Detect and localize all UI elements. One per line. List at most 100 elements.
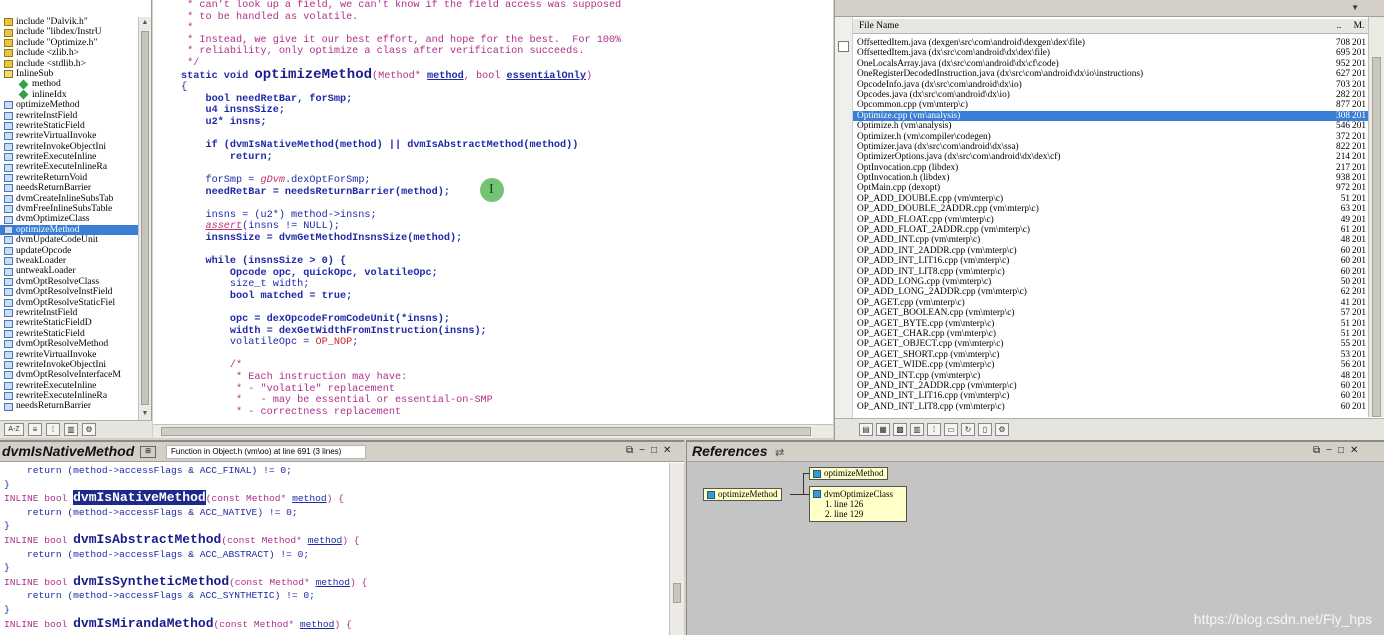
scroll-thumb[interactable]	[1372, 57, 1381, 417]
scroll-thumb[interactable]	[141, 31, 149, 405]
symbol-list-item[interactable]: include <stdlib.h>	[0, 59, 138, 69]
folder-open-icon[interactable]: ▭	[944, 423, 958, 436]
file-row[interactable]: OpcodeInfo.java (dx\src\com\android\dx\i…	[853, 80, 1368, 90]
file-row[interactable]: OP_AND_INT_LIT8.cpp (vm\mterp\c) 60 201	[853, 402, 1368, 412]
symbol-list-item[interactable]: include "Dalvik.h"	[0, 17, 138, 27]
symbol-list-item[interactable]: dvmFreeInlineSubsTable	[0, 204, 138, 214]
symbol-list-item[interactable]: rewriteStaticField	[0, 121, 138, 131]
file-row[interactable]: OP_ADD_LONG.cpp (vm\mterp\c) 50 201	[853, 277, 1368, 287]
file-row[interactable]: Optimizer.java (dx\src\com\android\dx\ss…	[853, 142, 1368, 152]
symbol-list-item[interactable]: rewriteStaticFieldD	[0, 318, 138, 328]
file-row[interactable]: OP_ADD_INT_LIT16.cpp (vm\mterp\c) 60 201	[853, 256, 1368, 266]
file-row[interactable]: OP_ADD_INT.cpp (vm\mterp\c) 48 201	[853, 235, 1368, 245]
file-row[interactable]: OneLocalsArray.java (dx\src\com\android\…	[853, 59, 1368, 69]
settings-icon[interactable]: ⚙	[995, 423, 1009, 436]
settings-icon[interactable]: ⚙	[82, 423, 96, 436]
sort-az-button[interactable]: A-Z	[4, 423, 24, 436]
scroll-thumb[interactable]	[673, 583, 681, 603]
file-row[interactable]: Opcommon.cpp (vm\mterp\c) 877 201	[853, 100, 1368, 110]
symbol-list-item[interactable]: include "libdex/InstrU	[0, 27, 138, 37]
symbol-list-item[interactable]: rewriteExecuteInlineRa	[0, 391, 138, 401]
file-row[interactable]: OptMain.cpp (dexopt) 972 201	[853, 183, 1368, 193]
symbol-list-item[interactable]: method	[0, 79, 138, 90]
maximize-icon[interactable]: □	[1338, 445, 1344, 456]
symbol-list-item[interactable]: rewriteInstField	[0, 111, 138, 121]
list-view-icon[interactable]: ≡	[28, 423, 42, 436]
file-rows[interactable]: OffsettedItem.java (dexgen\src\com\andro…	[853, 38, 1368, 412]
file-row[interactable]: OP_ADD_LONG_2ADDR.cpp (vm\mterp\c) 62 201	[853, 287, 1368, 297]
call-graph-icon[interactable]: ⇄	[775, 446, 784, 459]
symbol-list-item[interactable]: tweakLoader	[0, 256, 138, 266]
file-list-scrollbar[interactable]	[1368, 17, 1384, 417]
reference-caller-node[interactable]: dvmOptimizeClass 1. line 126 2. line 129	[809, 486, 907, 522]
file-list-icon[interactable]: ▤	[859, 423, 873, 436]
symbol-list-item[interactable]: include "Optimize.h"	[0, 38, 138, 48]
file-row[interactable]: OP_AGET_SHORT.cpp (vm\mterp\c) 53 201	[853, 350, 1368, 360]
minimize-icon[interactable]: −	[1326, 445, 1332, 456]
refresh-icon[interactable]: ↻	[961, 423, 975, 436]
file-row[interactable]: OP_AND_INT_2ADDR.cpp (vm\mterp\c) 60 201	[853, 381, 1368, 391]
symbol-list-item[interactable]: dvmOptimizeClass	[0, 214, 138, 224]
highlighted-function[interactable]: dvmIsNativeMethod	[73, 490, 206, 506]
reference-line-item[interactable]: 1. line 126	[813, 499, 903, 509]
scroll-down-arrow-icon[interactable]: ▼	[139, 408, 151, 420]
param-method[interactable]: method	[427, 71, 464, 82]
column-header-file-name[interactable]: File Name	[853, 21, 1328, 31]
symbol-list-item[interactable]: needsReturnBarrier	[0, 183, 138, 193]
checkbox[interactable]	[838, 41, 849, 52]
column-header-size[interactable]: ..	[1328, 21, 1350, 31]
file-row[interactable]: OffsettedItem.java (dexgen\src\com\andro…	[853, 38, 1368, 48]
symbol-list-item[interactable]: rewriteVirtualInvoke	[0, 350, 138, 360]
symbol-list-item[interactable]: rewriteStaticField	[0, 329, 138, 339]
file-row[interactable]: OP_ADD_DOUBLE_2ADDR.cpp (vm\mterp\c) 63 20…	[853, 204, 1368, 214]
symbol-list-item[interactable]: rewriteInvokeObjectIni	[0, 360, 138, 370]
file-row[interactable]: Optimize.h (vm\analysis) 546 201	[853, 121, 1368, 131]
param-essential[interactable]: essentialOnly	[507, 71, 586, 82]
scroll-thumb[interactable]	[161, 427, 811, 436]
file-row[interactable]: OffsettedItem.java (dx\src\com\android\d…	[853, 48, 1368, 58]
symbol-list-item[interactable]: needsReturnBarrier	[0, 401, 138, 411]
file-row[interactable]: OptInvocation.h (libdex) 938 201	[853, 173, 1368, 183]
symbol-type-icon[interactable]: ⊞	[140, 446, 156, 458]
maximize-icon[interactable]: □	[651, 445, 657, 456]
symbol-list-item[interactable]: optimizeMethod	[0, 100, 138, 110]
function-name[interactable]: optimizeMethod	[254, 67, 372, 83]
symbol-list-item[interactable]: rewriteInvokeObjectIni	[0, 142, 138, 152]
book-icon[interactable]: ▥	[910, 423, 924, 436]
symbol-list-item[interactable]: dvmOptResolveMethod	[0, 339, 138, 349]
details-icon[interactable]: ▦	[876, 423, 890, 436]
file-row[interactable]: OP_AGET_OBJECT.cpp (vm\mterp\c) 55 201	[853, 339, 1368, 349]
symbol-list-item[interactable]: untweakLoader	[0, 266, 138, 276]
file-row[interactable]: OneRegisterDecodedInstruction.java (dx\s…	[853, 69, 1368, 79]
file-row[interactable]: OP_ADD_INT_LIT8.cpp (vm\mterp\c) 60 201	[853, 267, 1368, 277]
file-row[interactable]: OP_AND_INT.cpp (vm\mterp\c) 48 201	[853, 371, 1368, 381]
file-row[interactable]: OP_ADD_DOUBLE.cpp (vm\mterp\c) 51 201	[853, 194, 1368, 204]
file-row[interactable]: OP_AGET.cpp (vm\mterp\c) 41 201	[853, 298, 1368, 308]
symbol-list-item[interactable]: updateOpcode	[0, 246, 138, 256]
file-row[interactable]: OptimizerOptions.java (dx\src\com\androi…	[853, 152, 1368, 162]
file-row[interactable]: Optimizer.h (vm\compiler\codegen) 372 201	[853, 132, 1368, 142]
file-row[interactable]: OP_AGET_BOOLEAN.cpp (vm\mterp\c) 57 201	[853, 308, 1368, 318]
file-row[interactable]: Opcodes.java (dx\src\com\android\dx\io) 2…	[853, 90, 1368, 100]
symbol-list-item[interactable]: include <zlib.h>	[0, 48, 138, 58]
pin-icon[interactable]: ⧉	[626, 445, 633, 456]
grid-icon[interactable]: ▩	[893, 423, 907, 436]
reference-root-node[interactable]: optimizeMethod	[703, 488, 782, 501]
file-row[interactable]: OP_AND_INT_LIT16.cpp (vm\mterp\c) 60 201	[853, 391, 1368, 401]
file-row[interactable]: OptInvocation.cpp (libdex) 217 201	[853, 163, 1368, 173]
editor-horizontal-scrollbar[interactable]	[153, 424, 833, 438]
minimize-icon[interactable]: −	[639, 445, 645, 456]
symbol-list-item[interactable]: rewriteReturnVoid	[0, 173, 138, 183]
context-code[interactable]: return (method->accessFlags & ACC_FINAL)…	[4, 464, 367, 631]
pin-icon[interactable]: ⧉	[1313, 445, 1320, 456]
book-icon[interactable]: ▥	[64, 423, 78, 436]
symbol-list-item[interactable]: rewriteExecuteInlineRa	[0, 162, 138, 172]
file-row[interactable]: OP_ADD_INT_2ADDR.cpp (vm\mterp\c) 60 201	[853, 246, 1368, 256]
symbol-scrollbar[interactable]: ▲ ▼	[138, 17, 151, 420]
symbol-list-item[interactable]: dvmCreateInlineSubsTab	[0, 194, 138, 204]
symbol-list-item[interactable]: dvmUpdateCodeUnit	[0, 235, 138, 245]
reference-caller-node[interactable]: optimizeMethod	[809, 467, 888, 480]
symbol-list-item[interactable]: dvmOptResolveInstField	[0, 287, 138, 297]
symbol-list-item[interactable]: dvmOptResolveStaticFiel	[0, 298, 138, 308]
category-icon[interactable]: ⁞	[927, 423, 941, 436]
